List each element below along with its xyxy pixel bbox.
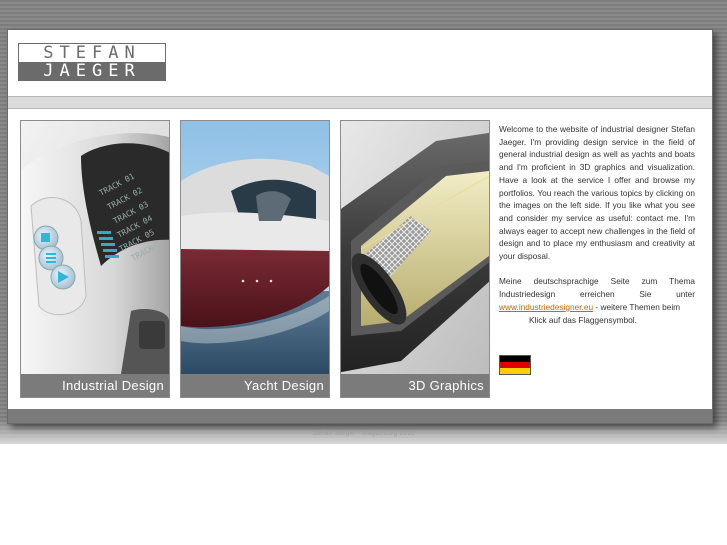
tile-yacht-design[interactable]: Yacht Design (180, 120, 330, 398)
tile-industrial-design[interactable]: TRACK 01 TRACK 02 TRACK 03 TRACK 04 TRAC… (20, 120, 170, 398)
footer-credit: Stefan Jaeger · Magdeburg 2010 (312, 430, 415, 437)
stefan-jaeger-logo[interactable]: STEFAN JAEGER (18, 43, 166, 81)
intro-paragraph-english: Welcome to the website of industrial des… (499, 124, 695, 262)
german-text-before-link: Meine deutschsprachige Seite zum Thema I… (499, 276, 695, 300)
footer-divider-bar (8, 409, 712, 423)
german-text-line2: Klick auf das Flaggensymbol. (529, 314, 637, 325)
3d-graphics-image (341, 121, 489, 374)
tile-caption-yacht-design: Yacht Design (181, 374, 329, 397)
logo-line2: JAEGER (19, 61, 165, 81)
tile-caption-3d-graphics: 3D Graphics (341, 374, 489, 397)
stop-icon (41, 233, 50, 242)
industriedesigner-link[interactable]: www.industriedesigner.eu (499, 302, 593, 312)
flag-stripe-gold (500, 368, 530, 374)
german-text-after-link: - weitere Themen beim (593, 301, 681, 312)
tile-caption-industrial-design: Industrial Design (21, 374, 169, 397)
logo-line1: STEFAN (43, 43, 141, 63)
german-flag-icon[interactable] (499, 355, 531, 375)
content-card: STEFAN JAEGER TRACK 01 TRACK 02 TRACK 03… (7, 29, 713, 424)
tile-3d-graphics[interactable]: 3D Graphics (340, 120, 490, 398)
header-divider-bar (8, 96, 712, 109)
intro-paragraph-german: Meine deutschsprachige Seite zum Thema I… (499, 275, 695, 326)
intro-text: Welcome to the website of industrial des… (499, 123, 695, 339)
yacht-design-image (181, 121, 329, 374)
industrial-design-image: TRACK 01 TRACK 02 TRACK 03 TRACK 04 TRAC… (21, 121, 169, 374)
header: STEFAN JAEGER (8, 30, 712, 96)
